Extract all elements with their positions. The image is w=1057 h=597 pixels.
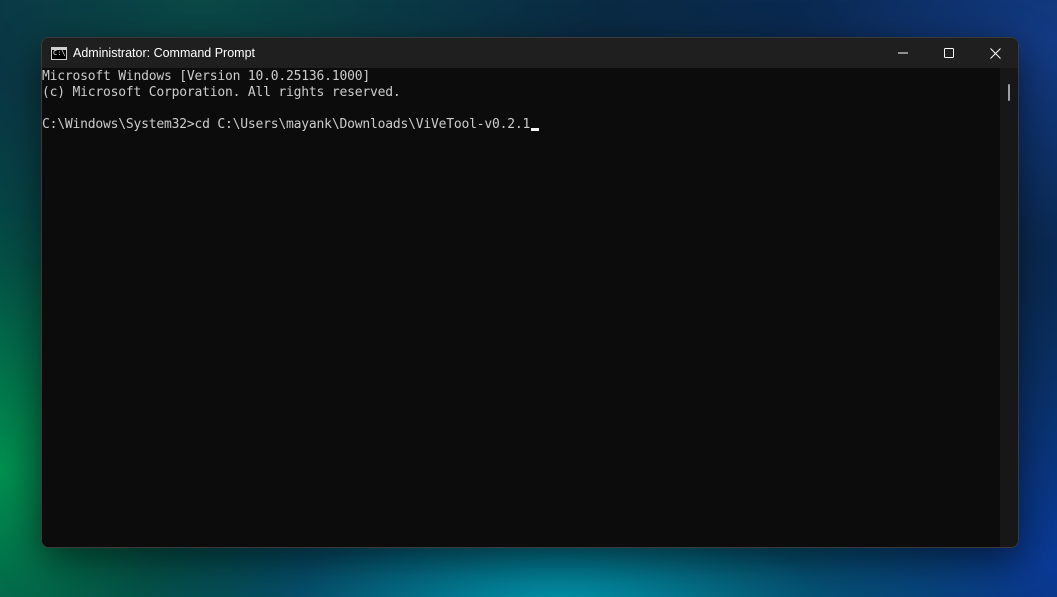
maximize-icon: [944, 48, 954, 58]
title-bar[interactable]: C:\ Administrator: Command Prompt: [42, 38, 1018, 68]
command-prompt-window[interactable]: C:\ Administrator: Command Prompt Micros…: [41, 37, 1019, 548]
prompt-line[interactable]: C:\Windows\System32>cd C:\Users\mayank\D…: [42, 117, 1002, 133]
console-line: Microsoft Windows [Version 10.0.25136.10…: [42, 69, 370, 84]
command-input-text: C:\Windows\System32>cd C:\Users\mayank\D…: [42, 117, 531, 132]
maximize-button[interactable]: [926, 38, 972, 68]
caption-buttons: [880, 38, 1018, 68]
minimize-icon: [898, 52, 908, 54]
minimize-button[interactable]: [880, 38, 926, 68]
window-title: Administrator: Command Prompt: [73, 46, 256, 60]
cmd-icon[interactable]: C:\: [51, 46, 67, 60]
close-icon: [989, 47, 1001, 59]
vertical-scrollbar[interactable]: [1000, 68, 1018, 547]
console-output[interactable]: Microsoft Windows [Version 10.0.25136.10…: [42, 68, 1002, 547]
close-button[interactable]: [972, 38, 1018, 68]
console-line: (c) Microsoft Corporation. All rights re…: [42, 85, 401, 100]
text-cursor: [531, 128, 540, 131]
scrollbar-thumb[interactable]: [1008, 84, 1010, 101]
cmd-icon-glyph: C:\: [53, 48, 66, 57]
